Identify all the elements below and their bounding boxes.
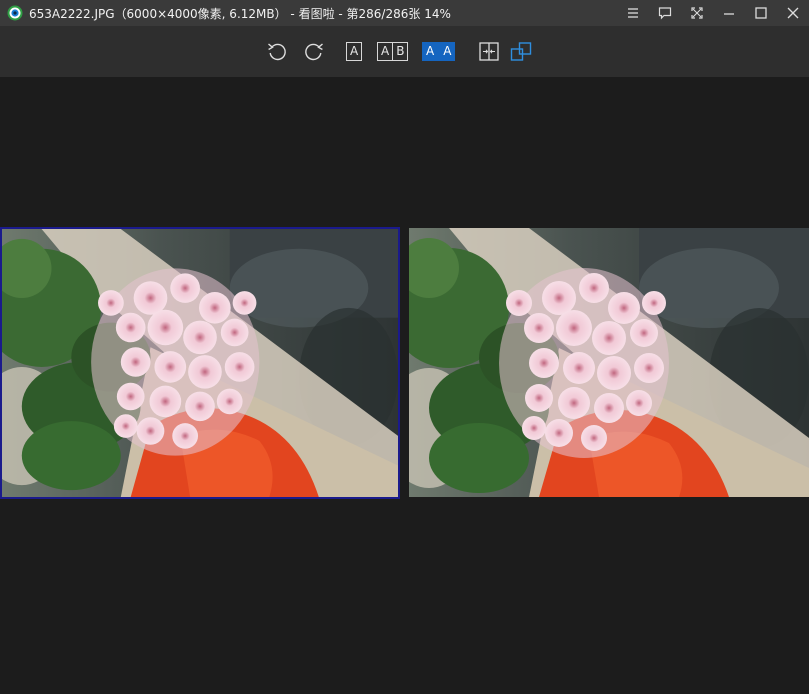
window-arrange-button[interactable] <box>510 41 532 62</box>
compare-aa-right-label: A <box>443 44 452 58</box>
compare-aa-box: A A <box>422 42 456 61</box>
compare-ab-left-label: A <box>381 44 390 58</box>
flower-photo-right <box>409 228 809 497</box>
close-icon <box>787 7 799 19</box>
toolbar: A A B A A <box>0 26 809 77</box>
menu-button[interactable] <box>617 0 649 26</box>
fullscreen-icon <box>691 7 703 19</box>
maximize-icon <box>755 7 767 19</box>
compare-ab-box: A B <box>377 42 409 61</box>
window-arrange-icon <box>510 42 532 61</box>
maximize-button[interactable] <box>745 0 777 26</box>
rotate-right-icon <box>305 43 323 61</box>
minimize-button[interactable] <box>713 0 745 26</box>
compare-aa-button[interactable]: A A <box>422 41 456 62</box>
app-logo-icon <box>7 5 23 21</box>
single-view-button[interactable]: A <box>346 41 363 62</box>
minimize-icon <box>724 13 734 15</box>
feedback-button[interactable] <box>649 0 681 26</box>
rotate-left-button[interactable] <box>266 41 288 62</box>
fullscreen-button[interactable] <box>681 0 713 26</box>
title-bar: 653A2222.JPG（6000×4000像素, 6.12MB） - 看图啦 … <box>0 0 809 26</box>
compare-aa-left-label: A <box>426 44 435 58</box>
window-title: 653A2222.JPG（6000×4000像素, 6.12MB） - 看图啦 … <box>29 6 451 21</box>
sync-compare-icon <box>479 42 499 61</box>
image-viewer-area[interactable] <box>0 77 809 694</box>
single-view-box: A <box>346 42 363 61</box>
left-image-pane[interactable] <box>0 227 400 499</box>
compare-ab-button[interactable]: A B <box>377 41 409 62</box>
feedback-icon <box>658 7 672 20</box>
flower-photo-left <box>2 229 398 497</box>
sync-compare-button[interactable] <box>478 41 500 62</box>
close-button[interactable] <box>777 0 809 26</box>
window-controls <box>617 0 809 26</box>
menu-icon <box>628 8 638 18</box>
rotate-right-button[interactable] <box>303 41 325 62</box>
rotate-left-icon <box>268 43 286 61</box>
compare-ab-right-label: B <box>396 44 405 58</box>
single-view-label: A <box>350 44 359 58</box>
right-image-pane[interactable] <box>409 228 809 497</box>
